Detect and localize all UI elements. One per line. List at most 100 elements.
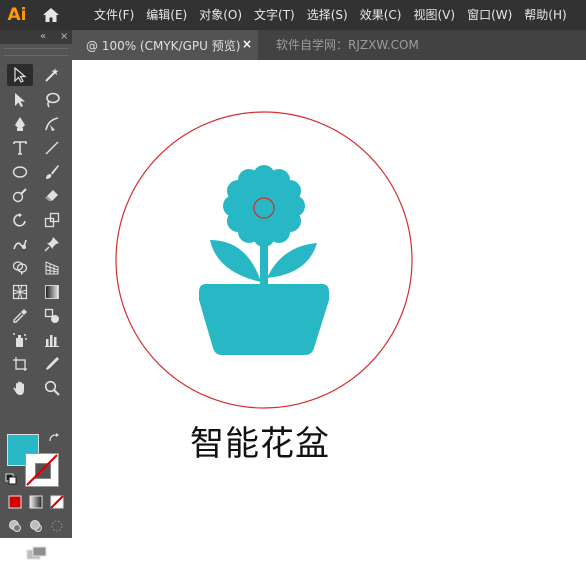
shaper-icon <box>12 188 27 203</box>
magnifier-icon <box>44 380 60 396</box>
menu-select[interactable]: 选择(S) <box>301 0 354 30</box>
paintbrush-tool[interactable] <box>39 161 65 183</box>
shape-builder-tool[interactable] <box>7 257 33 279</box>
draw-inside-button[interactable] <box>47 517 67 535</box>
gradient-mode-button[interactable] <box>26 493 46 511</box>
artboard-icon <box>13 357 27 371</box>
lasso-icon <box>46 92 60 108</box>
draw-normal-button[interactable] <box>5 517 25 535</box>
artboard-canvas[interactable]: 智能花盆 <box>72 60 586 538</box>
hand-tool[interactable] <box>7 377 33 399</box>
ellipse-tool[interactable] <box>7 161 33 183</box>
collapse-icon[interactable]: « <box>40 31 46 42</box>
warp-icon <box>13 239 27 250</box>
panel-grip[interactable] <box>4 48 68 56</box>
zoom-tool[interactable] <box>39 377 65 399</box>
none-icon <box>50 495 64 509</box>
home-icon <box>43 8 59 22</box>
mesh-tool[interactable] <box>7 281 33 303</box>
direct-selection-icon <box>15 93 25 107</box>
scale-tool[interactable] <box>39 209 65 231</box>
line-segment-tool[interactable] <box>39 137 65 159</box>
selection-tool[interactable] <box>7 64 33 86</box>
puppet-warp-tool[interactable] <box>39 233 65 255</box>
artwork <box>115 111 413 409</box>
tools-panel: « × <box>0 30 72 560</box>
menu-file[interactable]: 文件(F) <box>88 0 140 30</box>
eraser-tool[interactable] <box>39 185 65 207</box>
menu-effect[interactable]: 效果(C) <box>354 0 408 30</box>
type-icon <box>13 141 27 155</box>
color-mode-button[interactable] <box>5 493 25 511</box>
document-tab-bar: @ 100% (CMYK/GPU 预览) × 软件自学网：RJZXW.COM <box>72 30 586 60</box>
eraser-icon <box>45 190 58 201</box>
stroke-swatch[interactable] <box>25 453 59 487</box>
screen-mode-icon <box>26 546 47 560</box>
artwork-title: 智能花盆 <box>190 424 330 464</box>
gradient-swatch-icon <box>29 495 43 509</box>
paintbrush-icon <box>46 165 59 179</box>
line-icon <box>45 141 59 155</box>
document-tab[interactable]: @ 100% (CMYK/GPU 预览) × <box>72 30 258 60</box>
pen-tool[interactable] <box>7 113 33 135</box>
color-icon <box>8 495 22 509</box>
selection-arrow-icon <box>14 67 27 83</box>
none-slash-icon <box>26 454 58 486</box>
menu-type[interactable]: 文字(T) <box>248 0 301 30</box>
close-icon[interactable]: × <box>242 37 252 51</box>
slice-tool[interactable] <box>39 353 65 375</box>
default-colors-icon[interactable] <box>3 471 19 487</box>
gradient-icon <box>45 285 59 299</box>
swap-fill-stroke-icon[interactable] <box>46 430 62 446</box>
lasso-tool[interactable] <box>39 89 65 111</box>
document-tab-title: @ 100% (CMYK/GPU 预览) <box>86 38 241 53</box>
direct-selection-tool[interactable] <box>7 89 33 111</box>
type-tool[interactable] <box>7 137 33 159</box>
column-graph-tool[interactable] <box>39 329 65 351</box>
close-icon[interactable]: × <box>60 31 68 42</box>
tools-panel-header: « × <box>0 30 72 44</box>
perspective-grid-tool[interactable] <box>39 257 65 279</box>
watermark-text: 软件自学网：RJZXW.COM <box>276 38 419 52</box>
pin-icon <box>44 237 59 252</box>
shaper-tool[interactable] <box>7 185 33 207</box>
menu-view[interactable]: 视图(V) <box>407 0 461 30</box>
symbol-sprayer-tool[interactable] <box>7 329 33 351</box>
scale-icon <box>44 212 60 228</box>
draw-inside-icon <box>51 520 63 532</box>
draw-behind-icon <box>30 520 42 532</box>
menu-object[interactable]: 对象(O) <box>193 0 248 30</box>
gradient-tool[interactable] <box>39 281 65 303</box>
magic-wand-tool[interactable] <box>39 64 65 86</box>
menu-bar: Ai 文件(F) 编辑(E) 对象(O) 文字(T) 选择(S) 效果(C) 视… <box>0 0 586 30</box>
app-logo: Ai <box>7 5 27 25</box>
mesh-icon <box>12 284 28 300</box>
home-button[interactable] <box>34 0 68 30</box>
blend-icon <box>44 308 59 323</box>
rotate-tool[interactable] <box>7 209 33 231</box>
curvature-icon <box>45 117 59 131</box>
menu-window[interactable]: 窗口(W) <box>461 0 518 30</box>
draw-behind-button[interactable] <box>26 517 46 535</box>
none-mode-button[interactable] <box>47 493 67 511</box>
screen-mode-button[interactable] <box>24 544 50 562</box>
shape-builder-icon <box>12 261 28 275</box>
column-graph-icon <box>45 335 59 347</box>
menu-edit[interactable]: 编辑(E) <box>140 0 193 30</box>
ellipse-icon <box>12 166 28 178</box>
draw-normal-icon <box>9 520 21 532</box>
perspective-grid-icon <box>45 261 59 275</box>
pen-icon <box>15 117 25 131</box>
artboard-tool[interactable] <box>7 353 33 375</box>
slice-icon <box>46 357 59 370</box>
eyedropper-tool[interactable] <box>7 305 33 327</box>
magic-wand-icon <box>45 68 59 82</box>
curvature-tool[interactable] <box>39 113 65 135</box>
rotate-icon <box>13 213 26 227</box>
flower-icon <box>199 165 329 355</box>
hand-icon <box>13 381 24 395</box>
menu-help[interactable]: 帮助(H) <box>518 0 572 30</box>
warp-tool[interactable] <box>7 233 33 255</box>
eyedropper-icon <box>13 309 27 323</box>
blend-tool[interactable] <box>39 305 65 327</box>
